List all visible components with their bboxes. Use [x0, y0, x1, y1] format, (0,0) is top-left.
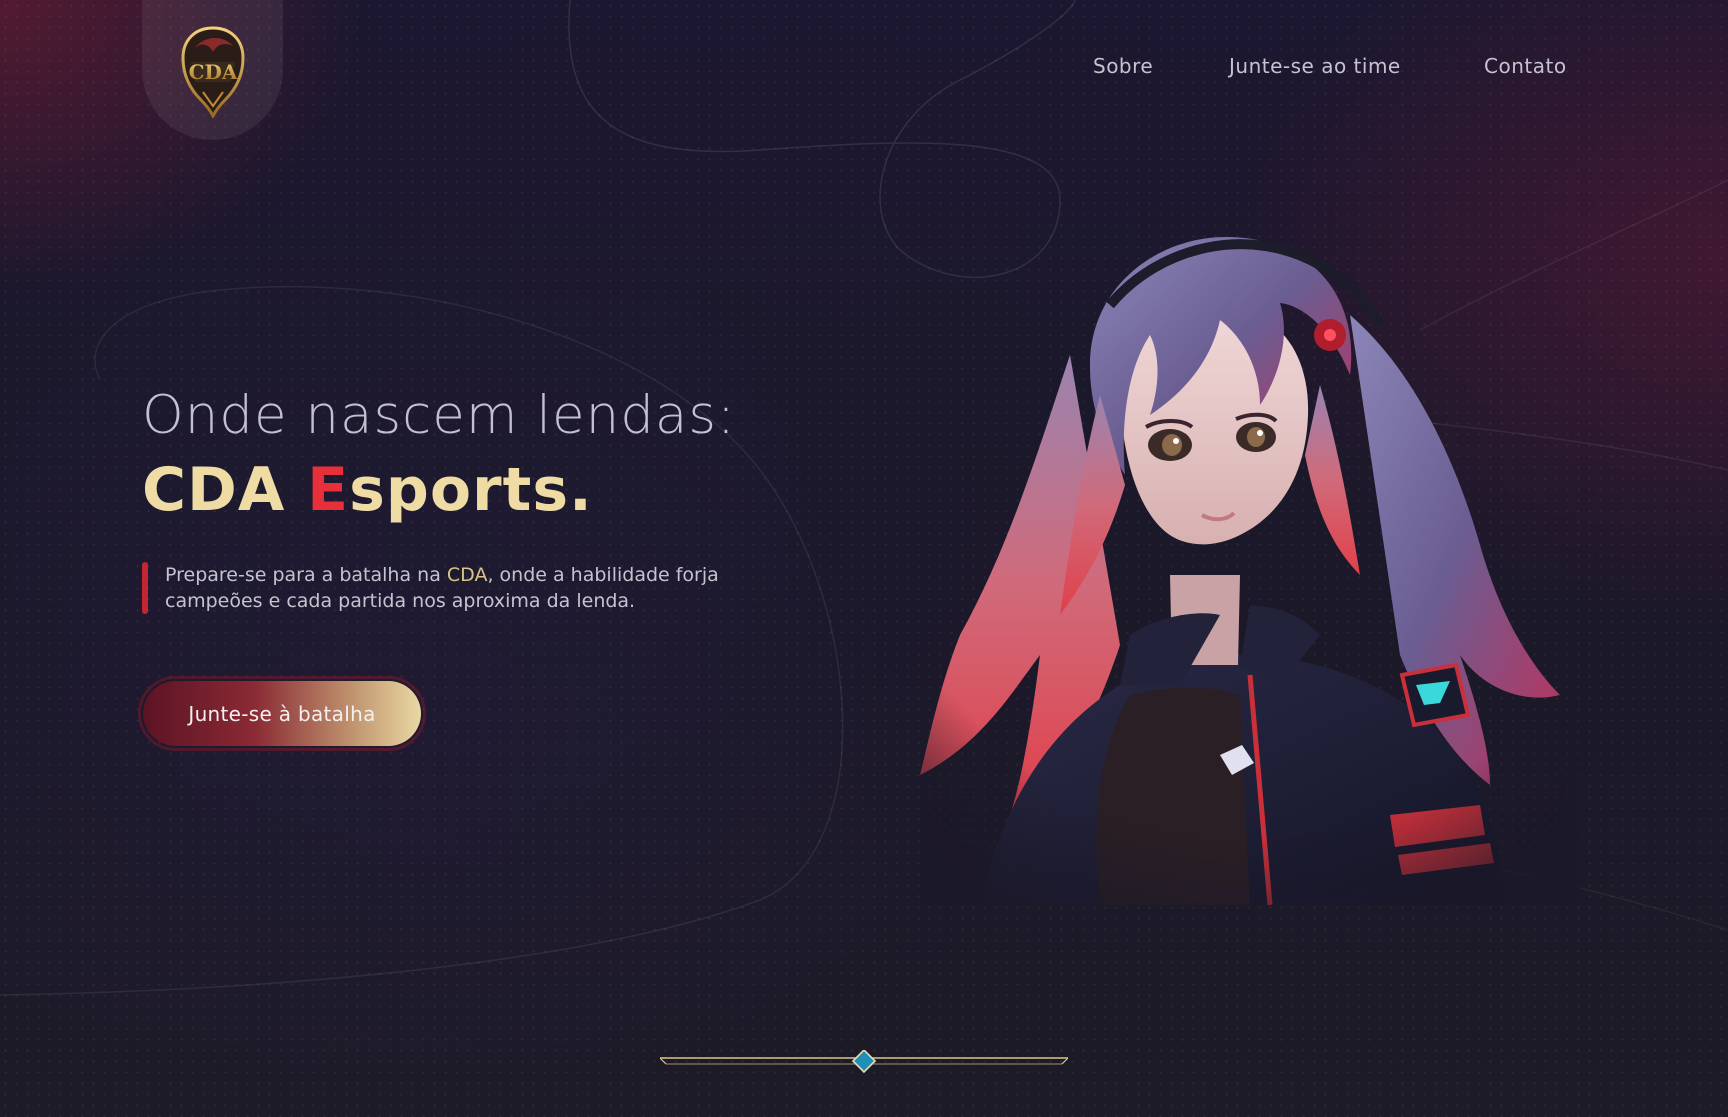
- nav-link-junte-se-ao-time[interactable]: Junte-se ao time: [1229, 54, 1401, 78]
- diamond-indicator-icon: [851, 1050, 877, 1074]
- description-accent-bar: [142, 562, 148, 614]
- logo-text: CDA: [188, 60, 237, 84]
- logo-tab[interactable]: CDA: [142, 0, 283, 140]
- slide-indicator[interactable]: [660, 1050, 1068, 1074]
- brand-accent-letter: E: [307, 455, 350, 525]
- brand-part1: CDA: [142, 455, 308, 525]
- desc-highlight: CDA: [446, 564, 488, 586]
- dragon-emblem-icon: CDA: [180, 26, 245, 118]
- nav-link-contato[interactable]: Contato: [1484, 54, 1567, 78]
- brand-part2: sports.: [349, 455, 593, 525]
- anime-gamer-girl-illustration: [920, 215, 1580, 905]
- hero-description: Prepare-se para a batalha na CDA, onde a…: [165, 562, 785, 614]
- join-battle-button-label: Junte-se à batalha: [143, 681, 421, 746]
- landing-page: CDA Sobre Junte-se ao time Contato Onde …: [0, 0, 1728, 1117]
- nav-link-sobre[interactable]: Sobre: [1093, 54, 1153, 78]
- hero-description-block: Prepare-se para a batalha na CDA, onde a…: [142, 562, 785, 614]
- hero-brand-title: CDA Esports.: [142, 455, 593, 525]
- hero-headline: Onde nascem lendas:: [142, 385, 736, 446]
- join-battle-button[interactable]: Junte-se à batalha: [138, 676, 426, 751]
- desc-part1: Prepare-se para a batalha na: [165, 564, 447, 586]
